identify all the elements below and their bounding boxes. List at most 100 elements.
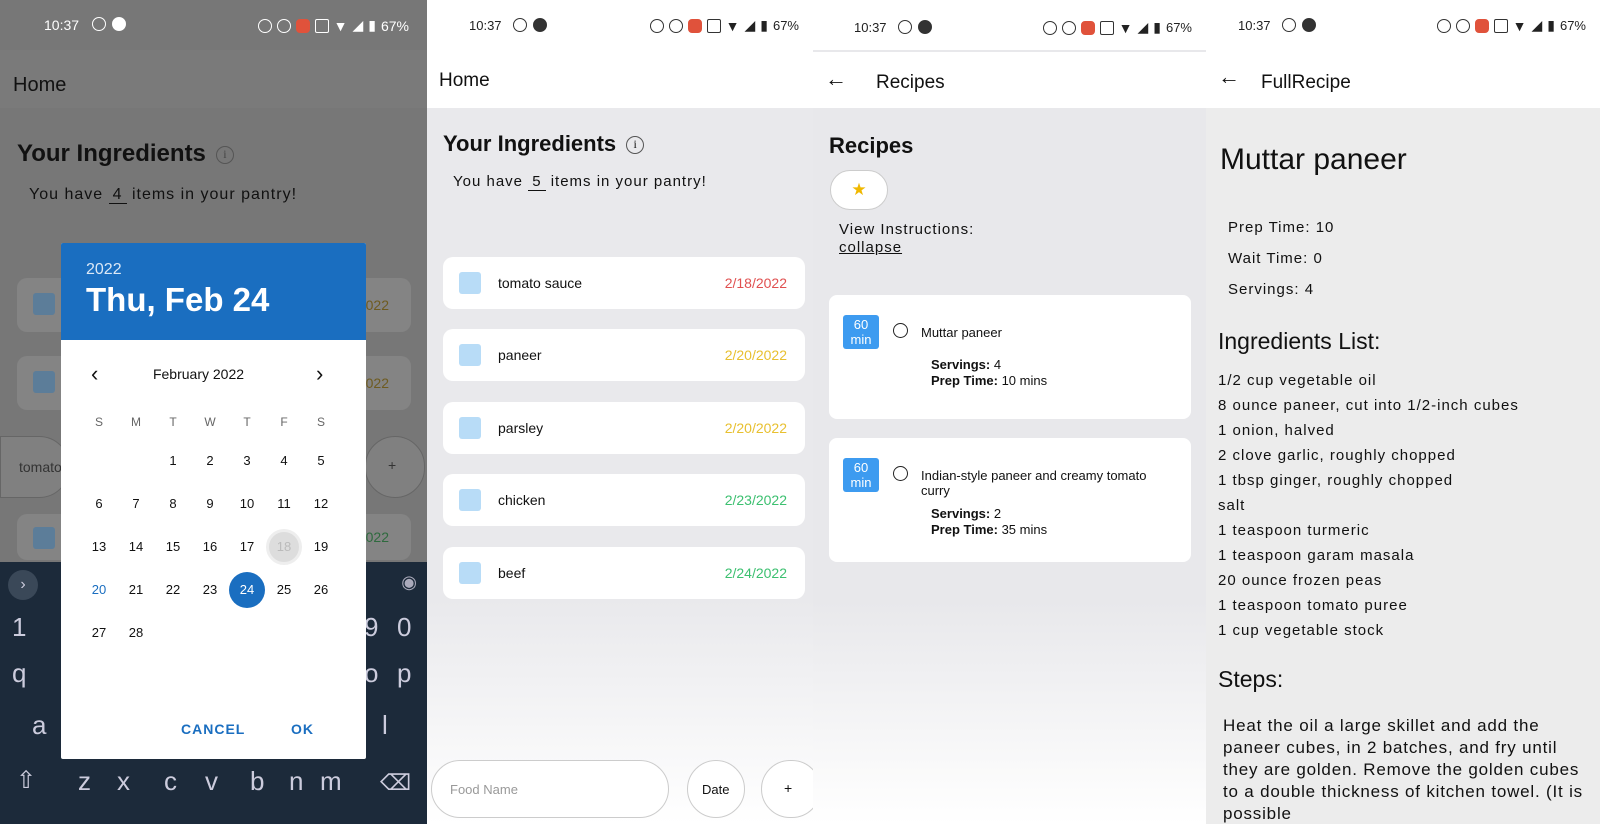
key-p[interactable]: p [397,658,411,689]
day-cell[interactable]: 24 [229,572,265,608]
ok-button[interactable]: OK [291,721,314,737]
day-cell[interactable]: 15 [155,529,191,565]
count-suffix: items in your pantry! [131,186,298,203]
day-cell[interactable]: 18 [266,529,302,565]
prep-value: 10 mins [1001,373,1048,388]
add-button[interactable]: + [761,760,813,818]
ingredient-name: tomato sauce [498,275,583,291]
day-cell[interactable]: 9 [192,486,228,522]
keyboard-expand-button[interactable]: › [8,570,38,600]
day-cell[interactable]: 28 [118,615,154,651]
food-name-input[interactable]: tomato [0,436,70,498]
day-cell[interactable]: 2 [192,443,228,479]
screen-home: 10:37 ▼ ◢ ▮ 67% Home Your Ingredients i Y… [427,0,813,824]
ingredient-card[interactable]: paneer 2/20/2022 [443,329,805,381]
add-label: + [784,780,793,796]
wifi-icon: ▼ [1512,17,1527,34]
key-q[interactable]: q [12,658,26,689]
favorite-button[interactable]: ★ [830,170,888,210]
back-arrow-icon[interactable]: ← [1218,64,1240,90]
count-suffix: items in your pantry! [550,173,707,190]
key-n[interactable]: n [289,766,303,797]
day-cell[interactable]: 12 [303,486,339,522]
weekday-label: W [204,415,216,429]
signal-icon: ◢ [744,17,756,33]
day-cell[interactable]: 23 [192,572,228,608]
day-cell[interactable]: 8 [155,486,191,522]
day-cell[interactable]: 3 [229,443,265,479]
ingredient-checkbox[interactable] [459,562,481,584]
key-v[interactable]: v [205,766,218,797]
next-month-icon[interactable]: › [316,361,323,387]
key-l[interactable]: l [382,710,388,741]
recipe-card[interactable]: 60 min Muttar paneer Servings: 4 Prep Time: … [829,295,1191,419]
ingredient-checkbox[interactable] [459,489,481,511]
app-icon [112,17,126,31]
key-a[interactable]: a [32,710,46,741]
key-c[interactable]: c [164,766,177,797]
day-cell[interactable]: 19 [303,529,339,565]
day-cell[interactable]: 6 [81,486,117,522]
day-cell[interactable]: 16 [192,529,228,565]
info-icon[interactable]: i [626,136,645,154]
day-cell[interactable]: 14 [118,529,154,565]
day-cell[interactable]: 10 [229,486,265,522]
key-x[interactable]: x [117,766,130,797]
shift-icon[interactable]: ⇧ [16,766,36,795]
info-icon[interactable]: i [215,146,234,164]
key-1[interactable]: 1 [12,612,26,643]
key-0[interactable]: 0 [397,612,411,643]
day-cell[interactable]: 26 [303,572,339,608]
add-button[interactable]: + [365,436,425,498]
clock-icon [893,466,908,481]
ingredient-checkbox[interactable] [459,344,481,366]
ingredient-card[interactable]: tomato sauce 2/18/2022 [443,257,805,309]
key-z[interactable]: z [78,766,91,797]
key-9[interactable]: 9 [364,612,378,643]
back-arrow-icon[interactable]: ← [825,66,847,92]
ingredient-line: 1 teaspoon tomato puree [1218,597,1408,614]
day-cell[interactable]: 20 [81,572,117,608]
recipe-card[interactable]: 60 min Indian-style paneer and creamy toma… [829,438,1191,562]
app-title: Home [439,70,490,91]
recipe-servings: Servings: 4 [931,357,1001,372]
day-cell[interactable]: 21 [118,572,154,608]
cancel-button[interactable]: CANCEL [181,721,245,737]
key-b[interactable]: b [250,766,264,797]
ingredient-checkbox[interactable] [459,417,481,439]
picker-year[interactable]: 2022 [86,261,122,279]
backspace-icon[interactable]: ⌫ [380,770,411,796]
ingredients-title: Your Ingredients i [17,140,234,168]
time-value: 60 [853,317,869,332]
bg-date: 022 [365,297,389,313]
day-cell[interactable]: 27 [81,615,117,651]
mic-icon[interactable]: ◉ [401,572,417,593]
day-cell[interactable]: 25 [266,572,302,608]
recording-icon [295,18,310,33]
key-o[interactable]: o [364,658,378,689]
key-m[interactable]: m [320,766,342,797]
battery-icon: ▮ [1547,17,1555,33]
ingredient-card[interactable]: beef 2/24/2022 [443,547,805,599]
ingredient-card[interactable]: parsley 2/20/2022 [443,402,805,454]
food-name-input[interactable]: Food Name [431,760,669,818]
day-cell[interactable]: 5 [303,443,339,479]
ingredient-card[interactable]: chicken 2/23/2022 [443,474,805,526]
ingredient-checkbox[interactable] [459,272,481,294]
day-cell[interactable]: 22 [155,572,191,608]
ingredient-line: 1 teaspoon turmeric [1218,522,1370,539]
date-button[interactable]: Date [687,760,745,818]
status-time: 10:37 [1238,18,1271,33]
signal-icon: ◢ [1531,17,1543,33]
day-cell[interactable]: 4 [266,443,302,479]
day-cell[interactable]: 1 [155,443,191,479]
day-cell[interactable]: 13 [81,529,117,565]
day-cell[interactable]: 11 [266,486,302,522]
day-cell[interactable]: 17 [229,529,265,565]
recording-icon [1474,18,1489,33]
bg-date: 022 [365,375,389,391]
vibrate-icon [1099,20,1114,35]
food-name-value: tomato [19,459,62,475]
day-cell[interactable]: 7 [118,486,154,522]
collapse-link[interactable]: collapse [839,239,902,256]
